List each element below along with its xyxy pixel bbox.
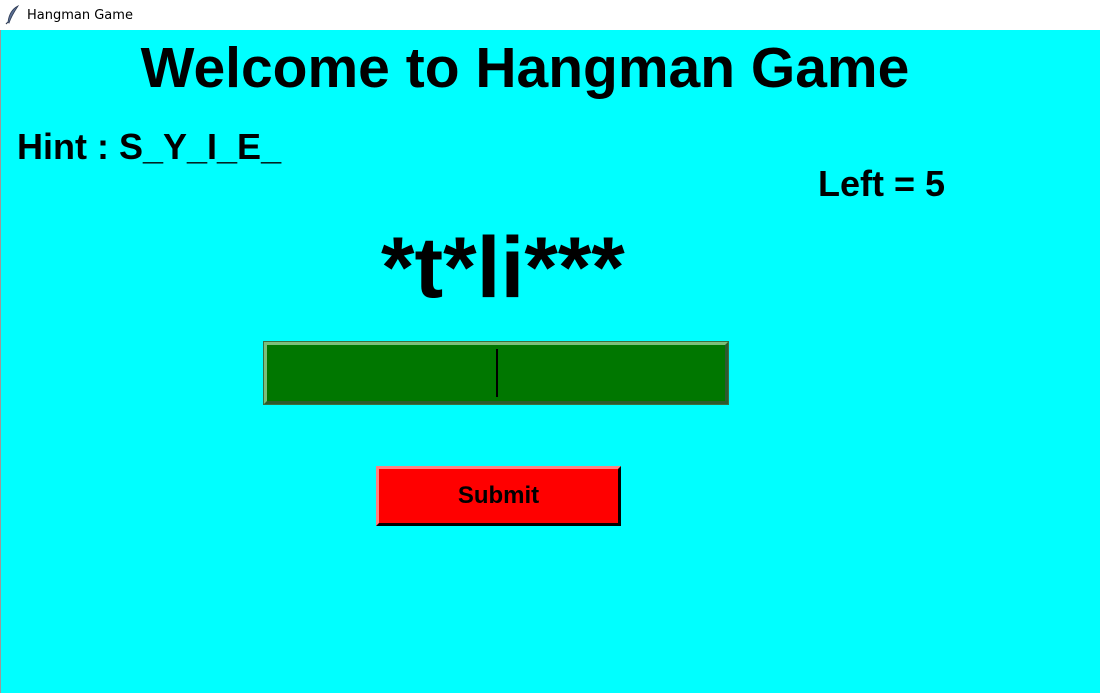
submit-button[interactable]: Submit: [376, 466, 621, 526]
page-title: Welcome to Hangman Game: [140, 36, 910, 100]
app-window: Hangman Game Welcome to Hangman Game Hin…: [0, 0, 1100, 693]
feather-icon: [5, 4, 21, 25]
hint-label: Hint : S_Y_I_E_: [17, 126, 282, 167]
masked-word: *t*li***: [381, 220, 625, 316]
game-canvas: Welcome to Hangman Game Hint : S_Y_I_E_ …: [0, 30, 1100, 693]
window-title: Hangman Game: [27, 7, 133, 23]
guess-input[interactable]: [263, 341, 729, 405]
text-caret: [496, 349, 498, 397]
title-bar: Hangman Game: [0, 0, 1100, 30]
attempts-left-label: Left = 5: [818, 163, 946, 204]
